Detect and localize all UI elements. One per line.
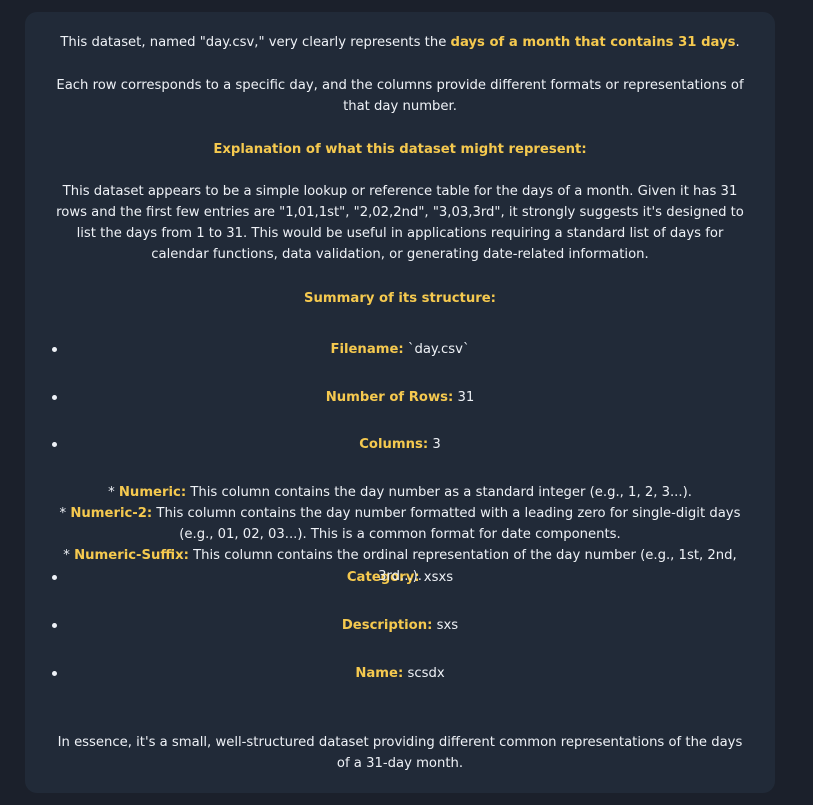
list-item-name: Name: scsdx: [52, 663, 748, 684]
explanation-paragraph: This dataset appears to be a simple look…: [56, 184, 744, 262]
column-text: This column contains the day number as a…: [186, 485, 692, 500]
list-item-rows: Number of Rows: 31: [52, 387, 748, 408]
column-prefix: *: [59, 506, 71, 521]
bullet-icon: [52, 623, 57, 628]
columns-value: 3: [428, 437, 441, 452]
name-label: Name:: [355, 666, 404, 681]
intro-paragraph: This dataset, named "day.csv," very clea…: [52, 32, 748, 53]
filename-value: `day.csv`: [403, 342, 470, 357]
explanation-heading: Explanation of what this dataset might r…: [213, 142, 587, 157]
column-prefix: *: [63, 548, 75, 563]
columns-label: Columns:: [359, 437, 429, 452]
column-prefix: *: [108, 485, 119, 500]
filename-label: Filename:: [330, 342, 404, 357]
column-detail-numeric-2: * Numeric-2: This column contains the da…: [52, 503, 748, 545]
name-value: scsdx: [403, 666, 445, 681]
intro-text: This dataset, named "day.csv," very clea…: [60, 35, 451, 50]
intro-highlight: days of a month that contains 31 days: [450, 35, 736, 50]
rows-paragraph: Each row corresponds to a specific day, …: [56, 78, 744, 114]
description-card: This dataset, named "day.csv," very clea…: [25, 12, 775, 793]
column-label: Numeric:: [118, 485, 187, 500]
list-item-description: Description: sxs: [52, 615, 748, 636]
column-label: Numeric-Suffix:: [74, 548, 189, 563]
column-detail-numeric: * Numeric: This column contains the day …: [52, 482, 748, 503]
list-item-columns: Columns: 3: [52, 434, 748, 455]
intro-end: .: [735, 35, 740, 50]
rows-value: 31: [453, 390, 475, 405]
summary-heading: Summary of its structure:: [304, 291, 496, 306]
rows-label: Number of Rows:: [325, 390, 454, 405]
closing-paragraph: In essence, it's a small, well-structure…: [57, 735, 743, 771]
bullet-icon: [52, 671, 57, 676]
description-value: sxs: [432, 618, 459, 633]
column-detail-numeric-suffix: * Numeric-Suffix: This column contains t…: [52, 545, 748, 587]
column-text: This column contains the day number form…: [152, 506, 741, 542]
bullet-icon: [52, 395, 57, 400]
list-item-filename: Filename: `day.csv`: [52, 339, 748, 360]
bullet-icon: [52, 442, 57, 447]
bullet-icon: [52, 347, 57, 352]
column-label: Numeric-2:: [70, 506, 153, 521]
columns-detail: * Numeric: This column contains the day …: [52, 482, 748, 587]
column-text: This column contains the ordinal represe…: [188, 548, 737, 584]
description-label: Description:: [341, 618, 433, 633]
